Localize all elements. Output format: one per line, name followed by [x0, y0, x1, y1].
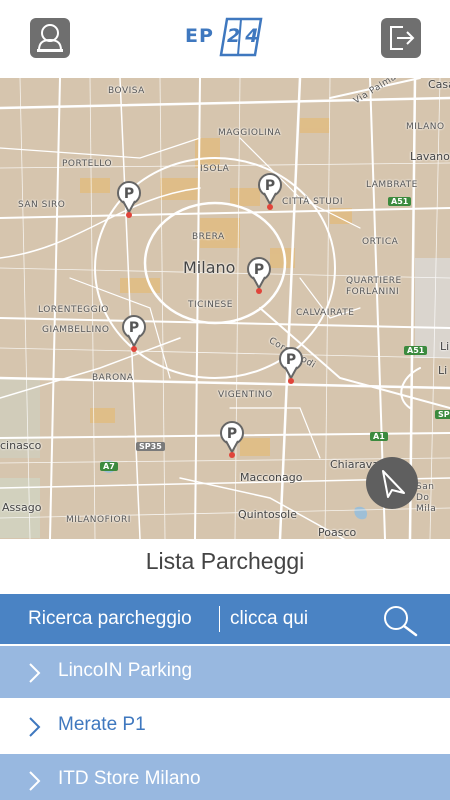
- parking-list-item[interactable]: Merate P1: [0, 700, 450, 752]
- parking-pin-icon[interactable]: P: [246, 256, 272, 296]
- district-label: PORTELLO: [62, 159, 113, 169]
- parking-pin-icon[interactable]: P: [219, 420, 245, 460]
- navigate-arrow-icon: [382, 470, 405, 498]
- district-label: GIAMBELLINO: [42, 325, 110, 335]
- app-header: EP 24: [0, 0, 450, 78]
- search-separator: [219, 606, 220, 632]
- city-label: Milano: [183, 258, 236, 277]
- svg-text:P: P: [286, 352, 296, 368]
- district-label: BARONA: [92, 373, 134, 383]
- svg-text:P: P: [129, 320, 139, 336]
- logout-icon: [390, 26, 415, 50]
- district-label: TICINESE: [188, 300, 233, 310]
- parking-pin-icon[interactable]: P: [257, 172, 283, 212]
- place-label: Poasco: [318, 526, 357, 539]
- road-shield: SP4: [435, 410, 450, 419]
- district-label: VIGENTINO: [218, 390, 273, 400]
- profile-button[interactable]: [30, 18, 70, 58]
- district-label: ORTICA: [362, 237, 399, 247]
- search-icon[interactable]: [380, 603, 420, 637]
- place-label: Quintosole: [238, 508, 297, 521]
- app-logo: EP 24: [185, 17, 275, 57]
- parking-item-label: Merate P1: [58, 714, 146, 735]
- user-profile-icon: [37, 24, 63, 52]
- parking-pin-icon[interactable]: P: [121, 314, 147, 354]
- place-label: Casa: [428, 78, 450, 91]
- road-label: Li: [440, 340, 450, 353]
- road-label: Li: [438, 364, 448, 377]
- logout-button[interactable]: [381, 18, 421, 58]
- parking-pin-icon[interactable]: P: [278, 346, 304, 386]
- district-label: BOVISA: [108, 86, 145, 96]
- search-label: Ricerca parcheggio: [28, 608, 192, 629]
- chevron-right-icon: [29, 663, 41, 683]
- place-label: cinasco: [0, 439, 42, 452]
- road-shield: A51: [404, 346, 428, 355]
- parking-map[interactable]: BOVISA MAGGIOLINA MILANO PORTELLO ISOLA …: [0, 78, 450, 539]
- district-label: LORENTEGGIO: [38, 305, 109, 315]
- district-label: CITTÀ STUDI: [282, 197, 343, 207]
- svg-text:P: P: [124, 186, 134, 202]
- chevron-right-icon: [29, 771, 41, 791]
- road-shield: A7: [100, 462, 118, 471]
- chevron-right-icon: [29, 717, 41, 737]
- svg-text:P: P: [254, 262, 264, 278]
- district-label: BRERA: [192, 232, 225, 242]
- svg-text:P: P: [265, 178, 275, 194]
- place-label: San Do Mila: [416, 482, 437, 514]
- district-label: MILANO: [406, 122, 445, 132]
- parking-pin-icon[interactable]: P: [116, 180, 142, 220]
- list-title: Lista Parcheggi: [145, 548, 305, 574]
- locate-me-button[interactable]: [366, 457, 418, 509]
- road-shield: A1: [370, 432, 388, 441]
- district-label: ISOLA: [200, 164, 230, 174]
- district-label: CALVAIRATE: [296, 308, 355, 318]
- road-shield: SP35: [136, 442, 165, 451]
- place-label: Lavano: [410, 150, 450, 163]
- place-label: Macconago: [240, 471, 303, 484]
- svg-text:P: P: [227, 426, 237, 442]
- logo-number: 24: [227, 25, 264, 47]
- district-label: SAN SIRO: [18, 200, 66, 210]
- parking-list-item[interactable]: LincoIN Parking: [0, 646, 450, 698]
- district-label: MAGGIOLINA: [218, 128, 282, 138]
- district-label: MILANOFIORI: [66, 515, 131, 525]
- parking-list-item[interactable]: ITD Store Milano: [0, 754, 450, 800]
- parking-item-label: LincoIN Parking: [58, 660, 193, 681]
- search-cta[interactable]: clicca qui: [230, 608, 308, 630]
- road-shield: A51: [388, 197, 412, 206]
- logo-prefix: EP: [185, 25, 214, 47]
- place-label: Assago: [2, 501, 42, 514]
- parking-item-label: ITD Store Milano: [58, 768, 201, 789]
- district-label: LAMBRATE: [366, 180, 418, 190]
- district-label: QUARTIERE FORLANINI: [346, 276, 402, 297]
